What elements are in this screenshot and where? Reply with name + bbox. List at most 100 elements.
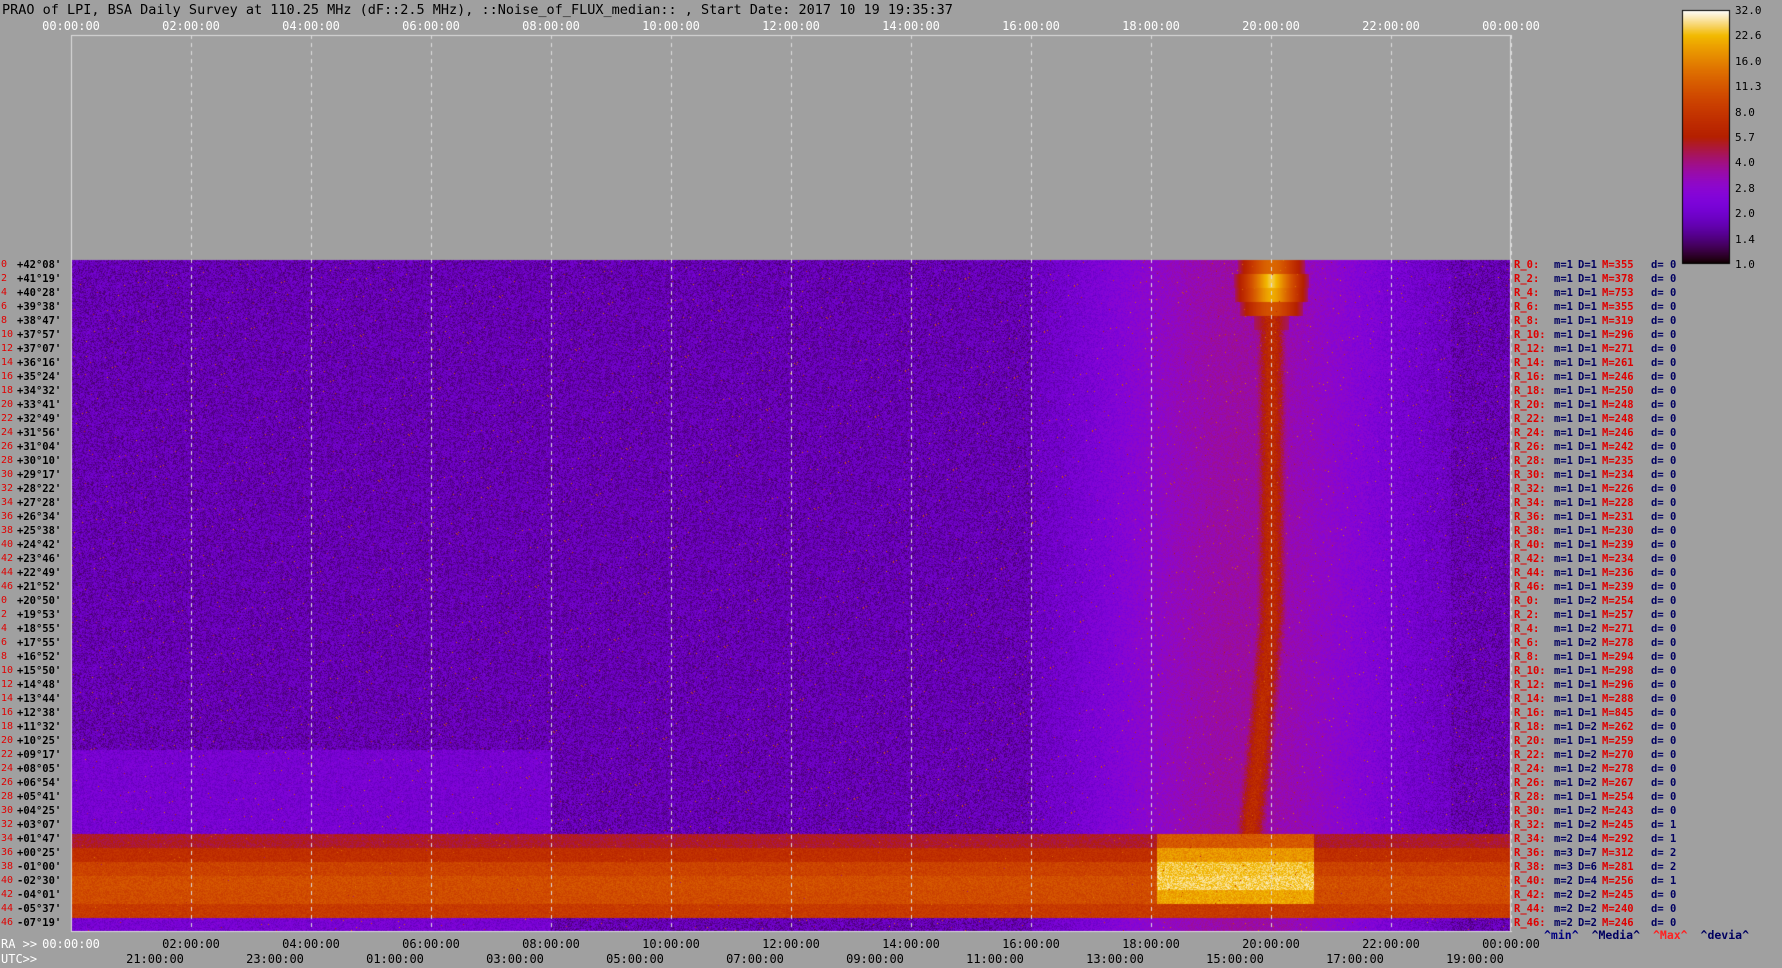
row-stat-name: R_46: [1514, 581, 1546, 593]
row-index-label: 34 [1, 497, 14, 508]
row-index-label: 44 [1, 567, 14, 578]
row-index-label: 32 [1, 483, 14, 494]
row-stat-min: m=3 [1554, 861, 1573, 873]
row-stat-name: R_42: [1514, 553, 1546, 565]
row-stat-max: M=248 [1602, 399, 1634, 411]
row-stat-devia: d= 1 [1651, 875, 1677, 887]
declination-label: +28°22' [17, 483, 62, 495]
row-index-label: 20 [1, 399, 14, 410]
row-stat-name: R_40: [1514, 539, 1546, 551]
row-stat-devia: d= 0 [1651, 525, 1677, 537]
row-stat-min: m=1 [1554, 819, 1573, 831]
row-stat-min: m=1 [1554, 427, 1573, 439]
row-index-label: 8 [1, 651, 8, 662]
row-stat-devia: d= 0 [1651, 651, 1677, 663]
row-stat-devia: d= 0 [1651, 735, 1677, 747]
row-stat-name: R_16: [1514, 707, 1546, 719]
row-stat-max: M=378 [1602, 273, 1634, 285]
row-stat-name: R_0: [1514, 259, 1540, 271]
row-stat-devia: d= 0 [1651, 693, 1677, 705]
row-stat-median: D=1 [1578, 399, 1597, 411]
row-stat-median: D=1 [1578, 357, 1597, 369]
row-index-label: 0 [1, 595, 8, 606]
declination-label: +23°46' [17, 553, 62, 565]
row-stat-median: D=1 [1578, 329, 1597, 341]
row-stat-median: D=1 [1578, 371, 1597, 383]
row-stat-devia: d= 0 [1651, 469, 1677, 481]
declination-label: +42°08' [17, 259, 62, 271]
row-index-label: 24 [1, 763, 14, 774]
row-stat-max: M=288 [1602, 693, 1634, 705]
declination-label: +03°07' [17, 819, 62, 831]
declination-label: +11°32' [17, 721, 62, 733]
row-stat-median: D=1 [1578, 651, 1597, 663]
row-stat-median: D=1 [1578, 525, 1597, 537]
row-stat-max: M=246 [1602, 371, 1634, 383]
row-stat-max: M=270 [1602, 749, 1634, 761]
ra-tick-label: 02:00:00 [162, 937, 220, 951]
row-stat-name: R_22: [1514, 749, 1546, 761]
row-index-label: 16 [1, 371, 14, 382]
row-stat-median: D=1 [1578, 343, 1597, 355]
row-stat-devia: d= 0 [1651, 259, 1677, 271]
row-stat-median: D=2 [1578, 889, 1597, 901]
row-stat-min: m=2 [1554, 875, 1573, 887]
row-stat-median: D=1 [1578, 735, 1597, 747]
utc-tick-label: 15:00:00 [1206, 952, 1264, 966]
row-stat-min: m=1 [1554, 623, 1573, 635]
row-index-label: 40 [1, 539, 14, 550]
row-stat-max: M=236 [1602, 567, 1634, 579]
row-stat-median: D=1 [1578, 413, 1597, 425]
row-index-label: 28 [1, 455, 14, 466]
row-index-label: 12 [1, 343, 14, 354]
row-stat-median: D=2 [1578, 623, 1597, 635]
row-stat-devia: d= 0 [1651, 637, 1677, 649]
declination-label: +26°34' [17, 511, 62, 523]
ra-tick-label: 20:00:00 [1242, 937, 1300, 951]
utc-tick-label: 09:00:00 [846, 952, 904, 966]
row-stat-devia: d= 0 [1651, 315, 1677, 327]
row-stat-min: m=1 [1554, 441, 1573, 453]
row-stat-devia: d= 0 [1651, 273, 1677, 285]
declination-label: -01°00' [17, 861, 62, 873]
row-stat-max: M=319 [1602, 315, 1634, 327]
colorbar-tick-label: 4.0 [1735, 156, 1755, 170]
declination-label: +35°24' [17, 371, 62, 383]
row-index-label: 6 [1, 301, 8, 312]
utc-tick-label: 23:00:00 [246, 952, 304, 966]
row-stat-median: D=2 [1578, 819, 1597, 831]
row-stat-median: D=1 [1578, 511, 1597, 523]
row-stat-max: M=239 [1602, 539, 1634, 551]
row-stat-median: D=2 [1578, 903, 1597, 915]
row-index-label: 46 [1, 581, 14, 592]
page-title: PRAO of LPI, BSA Daily Survey at 110.25 … [2, 2, 953, 18]
row-stat-median: D=2 [1578, 721, 1597, 733]
colorbar-tick-label: 2.0 [1735, 207, 1755, 221]
row-stat-min: m=1 [1554, 301, 1573, 313]
top-tick-label: 00:00:00 [42, 19, 100, 33]
row-stat-devia: d= 0 [1651, 707, 1677, 719]
row-stat-min: m=1 [1554, 581, 1573, 593]
row-stat-devia: d= 0 [1651, 539, 1677, 551]
row-index-label: 30 [1, 805, 14, 816]
row-stat-min: m=1 [1554, 665, 1573, 677]
declination-label: +29°17' [17, 469, 62, 481]
row-stat-devia: d= 0 [1651, 483, 1677, 495]
row-stat-name: R_16: [1514, 371, 1546, 383]
declination-label: +10°25' [17, 735, 62, 747]
row-stat-name: R_26: [1514, 441, 1546, 453]
row-stat-min: m=1 [1554, 749, 1573, 761]
row-stat-devia: d= 1 [1651, 819, 1677, 831]
row-stat-median: D=1 [1578, 469, 1597, 481]
row-stat-median: D=1 [1578, 301, 1597, 313]
row-stat-min: m=1 [1554, 287, 1573, 299]
row-stat-name: R_12: [1514, 679, 1546, 691]
row-stat-min: m=1 [1554, 595, 1573, 607]
row-stat-name: R_20: [1514, 735, 1546, 747]
ra-tick-label: 10:00:00 [642, 937, 700, 951]
row-stat-devia: d= 0 [1651, 385, 1677, 397]
row-stat-max: M=267 [1602, 777, 1634, 789]
row-stat-devia: d= 0 [1651, 679, 1677, 691]
colorbar-tick-label: 1.0 [1735, 258, 1755, 271]
row-stat-devia: d= 0 [1651, 301, 1677, 313]
